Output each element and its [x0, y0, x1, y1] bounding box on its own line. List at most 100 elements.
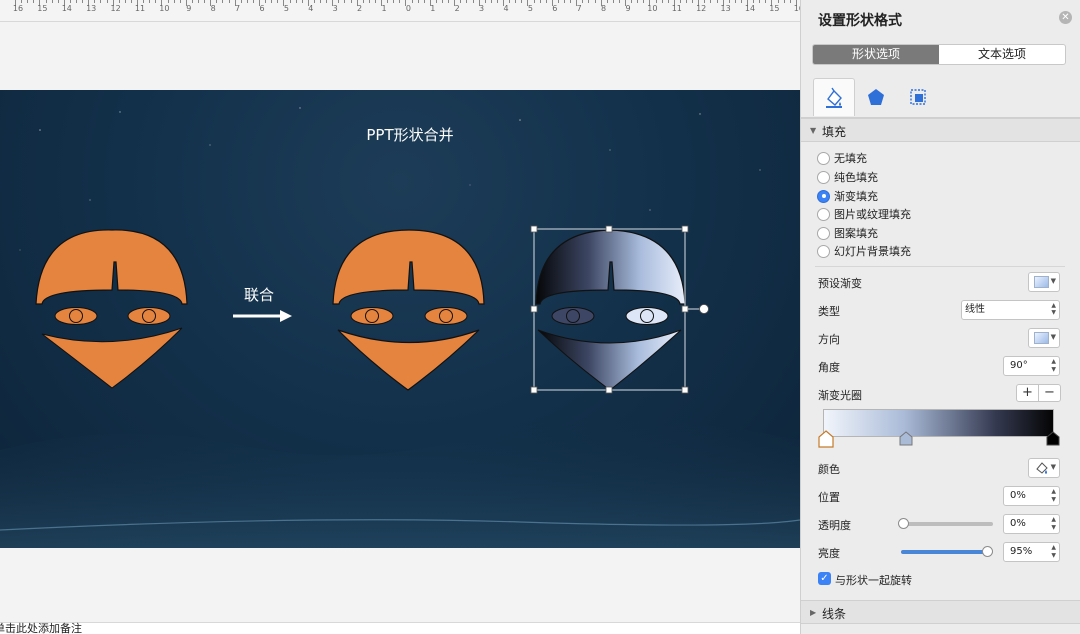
ruler-number: 5	[283, 4, 289, 13]
radio-pattern-fill[interactable]: 图案填充	[817, 225, 878, 241]
radio-no-fill[interactable]: 无填充	[817, 150, 867, 166]
ruler-minor-tick	[564, 0, 565, 3]
ruler-minor-tick	[45, 0, 47, 3]
ruler-minor-tick	[149, 0, 151, 3]
ruler-number: 7	[576, 4, 582, 13]
ruler-number: 3	[479, 4, 485, 13]
ruler-number: 10	[647, 4, 658, 13]
line-section-header[interactable]: ▶ 线条	[801, 600, 1080, 624]
ruler-minor-tick	[655, 0, 657, 3]
transparency-input[interactable]: 0% ▲ ▼	[1003, 514, 1060, 534]
ruler-minor-tick	[216, 0, 218, 3]
position-input[interactable]: 0% ▲ ▼	[1003, 486, 1060, 506]
brightness-input[interactable]: 95% ▲ ▼	[1003, 542, 1060, 562]
fill-section-label: 填充	[822, 125, 847, 139]
ruler-minor-tick	[191, 0, 193, 3]
gradient-bar[interactable]	[823, 409, 1054, 437]
add-stop-button[interactable]: +	[1017, 385, 1039, 401]
transparency-slider-knob[interactable]	[898, 518, 909, 529]
type-label: 类型	[818, 305, 840, 318]
ruler-number: 1	[381, 4, 387, 13]
close-icon[interactable]: ✕	[1059, 11, 1072, 24]
radio-solid-fill[interactable]: 纯色填充	[817, 169, 878, 185]
effects-pentagon-icon[interactable]	[855, 78, 897, 116]
ruler-minor-tick	[313, 0, 315, 3]
stepper-arrows-icon: ▲ ▼	[1051, 488, 1056, 503]
remove-stop-button[interactable]: −	[1039, 385, 1060, 401]
ruler-number: 10	[159, 4, 170, 13]
slide[interactable]: PPT形状合并 联合	[0, 90, 800, 548]
ruler-minor-tick	[759, 0, 761, 3]
ruler-minor-tick	[594, 0, 596, 3]
ruler-minor-tick	[106, 0, 108, 3]
ruler-minor-tick	[496, 0, 498, 3]
gradient-stop-handle[interactable]	[818, 430, 834, 448]
color-label: 颜色	[818, 463, 840, 476]
brightness-slider-knob[interactable]	[982, 546, 993, 557]
radio-picture-fill[interactable]: 图片或纹理填充	[817, 206, 911, 222]
brightness-label: 亮度	[818, 547, 840, 560]
ruler-number: 2	[454, 4, 460, 13]
ruler-minor-tick	[387, 0, 389, 3]
ruler-number: 2	[357, 4, 363, 13]
ruler-minor-tick	[82, 0, 84, 3]
updown-arrows-icon: ▲ ▼	[1051, 302, 1056, 316]
gradient-stop-handle[interactable]	[898, 430, 914, 448]
ruler-minor-tick	[374, 0, 376, 3]
ruler-minor-tick	[362, 0, 364, 3]
fill-line-icon[interactable]	[813, 78, 855, 116]
ruler-minor-tick	[728, 0, 730, 3]
slide-title[interactable]: PPT形状合并	[0, 124, 800, 145]
slide-graphics	[0, 107, 800, 548]
ruler-minor-tick	[417, 0, 419, 3]
ruler-minor-tick	[661, 0, 663, 3]
rotate-with-shape-checkbox[interactable]: ✓	[818, 572, 831, 585]
radio-gradient-fill[interactable]: 渐变填充	[817, 188, 878, 204]
preset-gradient-dropdown[interactable]: ▼	[1028, 272, 1060, 292]
ruler-minor-tick	[344, 0, 346, 3]
ruler-number: 13	[720, 4, 731, 13]
ruler-minor-tick	[667, 0, 669, 3]
ruler-minor-tick	[167, 0, 169, 3]
color-picker-button[interactable]: ▼	[1028, 458, 1060, 478]
panel-title: 设置形状格式	[818, 13, 902, 29]
type-select[interactable]: 线性 ▲ ▼	[961, 300, 1060, 320]
ruler-minor-tick	[460, 0, 462, 3]
ruler-minor-tick	[277, 0, 279, 3]
ruler-minor-tick	[570, 0, 572, 3]
ruler-minor-tick	[295, 0, 297, 3]
gradient-stop-handle[interactable]	[1045, 430, 1061, 448]
ruler-minor-tick	[265, 0, 267, 3]
ruler-number: 3	[332, 4, 338, 13]
ruler-minor-tick	[643, 0, 645, 3]
radio-slide-bg-fill[interactable]: 幻灯片背景填充	[817, 243, 911, 259]
ruler-number: 6	[259, 4, 265, 13]
ruler-minor-tick	[490, 0, 492, 3]
transparency-slider[interactable]	[901, 522, 993, 526]
face-shape-1	[35, 229, 188, 389]
fill-section-header[interactable]: ▼ 填充	[801, 118, 1080, 142]
direction-dropdown[interactable]: ▼	[1028, 328, 1060, 348]
tab-text-options[interactable]: 文本选项	[939, 45, 1065, 64]
notes-pane[interactable]: 单击此处添加备注	[0, 622, 800, 634]
size-properties-icon[interactable]	[897, 78, 939, 116]
angle-input[interactable]: 90° ▲ ▼	[1003, 356, 1060, 376]
ruler-minor-tick	[179, 0, 181, 3]
ruler-minor-tick	[789, 0, 791, 3]
line-section-label: 线条	[822, 607, 847, 621]
chevron-down-icon: ▼	[1050, 277, 1056, 285]
ruler-minor-tick	[368, 0, 370, 3]
preset-gradient-label: 预设渐变	[818, 277, 862, 290]
ruler-number: 8	[210, 4, 216, 13]
ruler-number: 14	[744, 4, 756, 13]
merge-label[interactable]: 联合	[244, 284, 274, 305]
ruler-minor-tick	[69, 0, 71, 3]
ruler-minor-tick	[246, 0, 248, 3]
ruler-minor-tick	[466, 0, 468, 3]
brightness-slider[interactable]	[901, 550, 993, 554]
ruler-minor-tick	[94, 0, 96, 3]
tab-shape-options[interactable]: 形状选项	[813, 45, 939, 64]
ruler-number: 6	[552, 4, 558, 13]
ruler-minor-tick	[484, 0, 486, 3]
ruler-number: 7	[235, 4, 241, 13]
